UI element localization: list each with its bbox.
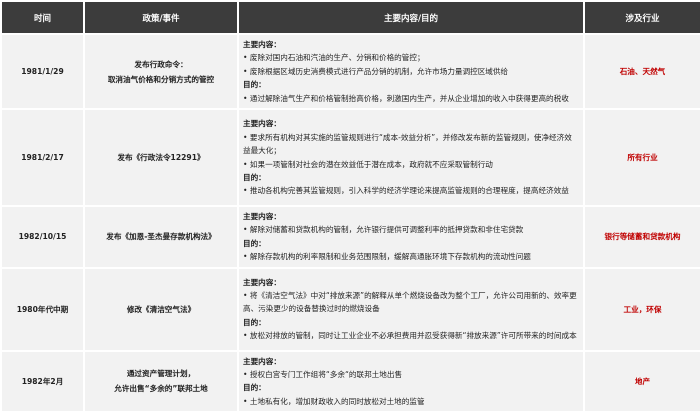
time-text: 1981/1/29 xyxy=(21,67,64,77)
content-label: 主要内容： xyxy=(243,40,281,49)
purpose-label: 目的： xyxy=(243,80,266,90)
content-item: • 将《清洁空气法》中对“排放来源”的解释从单个燃烧设备改为整个工厂，允许公司用… xyxy=(243,291,577,314)
industry-text: 石油、天然气 xyxy=(619,67,666,77)
industry-cell: 地产 xyxy=(583,349,700,413)
content-cell: 主要内容： • 将《清洁空气法》中对“排放来源”的解释从单个燃烧设备改为整个工厂，… xyxy=(237,266,585,352)
industry-text: 工业，环保 xyxy=(623,304,662,314)
industry-text: 所有行业 xyxy=(627,153,658,163)
policy-text: 修改《清洁空气法》 xyxy=(126,304,196,314)
purpose-item: • 推动各机构完善其监管规则，引入科学的经济学理论来提高监管规则的合理程度，提高… xyxy=(243,186,569,196)
content-label: 主要内容： xyxy=(243,356,281,366)
header-time: 时间 xyxy=(0,0,85,35)
policy-cell: 发布《加恩-圣杰曼存款机构法》 xyxy=(83,205,239,269)
industry-text: 银行等储蓄和贷款机构 xyxy=(604,232,681,242)
time-cell: 1982年2月 xyxy=(0,349,85,413)
content-label: 主要内容： xyxy=(243,212,281,222)
table-row: 1982/10/15 发布《加恩-圣杰曼存款机构法》 主要内容： • 解除对储蓄和贷款… xyxy=(0,205,700,269)
industry-text: 地产 xyxy=(634,376,651,386)
policy-cell: 发布行政命令： 取消油气价格和分销方式的管控 xyxy=(83,32,239,111)
industry-cell: 石油、天然气 xyxy=(583,32,700,111)
policy-cell: 发布《行政法令12291》 xyxy=(83,108,239,208)
content-item: • 如果一项管制对社会的潜在效益低于潜在成本，政府就不应采取管制行动 xyxy=(243,159,493,169)
time-cell: 1980年代中期 xyxy=(0,266,85,352)
time-cell: 1982/10/15 xyxy=(0,205,85,269)
policy-text: 发布行政命令： xyxy=(134,59,188,69)
header-row: 时间 政策/事件 主要内容/目的 涉及行业 xyxy=(0,0,700,35)
content-item: • 授权白宫专门工作组将“多余“的联邦土地出售 xyxy=(243,370,403,380)
content-item: • 废除对国内石油和汽油的生产、分销和价格的管控； xyxy=(243,53,425,63)
content-cell: 主要内容： • 授权白宫专门工作组将“多余“的联邦土地出售 目的： • 土地私有化，增… xyxy=(237,349,585,413)
purpose-item: • 土地私有化，增加财政收入的同时放松对土地的监管 xyxy=(243,396,425,406)
purpose-item: • 解除存款机构的利率限制和业务范围限制，缓解高通胀环境下存款机构的流动性问题 xyxy=(243,252,531,262)
purpose-label: 目的： xyxy=(243,172,266,182)
content-item: • 解除对储蓄和贷款机构的管制，允许银行提供可调整利率的抵押贷款和非住宅贷款 xyxy=(243,225,524,235)
policy-text: 发布《加恩-圣杰曼存款机构法》 xyxy=(106,232,216,242)
policy-text: 取消油气价格和分销方式的管控 xyxy=(107,74,215,84)
policy-text: 发布《行政法令12291》 xyxy=(117,153,205,163)
purpose-label: 目的： xyxy=(243,317,266,327)
content-cell: 主要内容： • 废除对国内石油和汽油的生产、分销和价格的管控； • 废除根据区域历史… xyxy=(237,32,585,111)
policy-cell: 通过资产管理计划， 允许出售“多余的”联邦土地 xyxy=(83,349,239,413)
content-label: 主要内容： xyxy=(243,277,281,287)
content-label: 主要内容： xyxy=(243,119,281,129)
table-row: 1982年2月 通过资产管理计划， 允许出售“多余的”联邦土地 主要内容： • 授权白宫… xyxy=(0,349,700,413)
time-cell: 1981/2/17 xyxy=(0,108,85,208)
content-item: • 废除根据区域历史消费模式进行产品分销的机制，允许市场力量调控区域供给 xyxy=(243,66,509,76)
header-policy: 政策/事件 xyxy=(83,0,239,35)
policy-table: 时间 政策/事件 主要内容/目的 涉及行业 1981/1/29 发布行政命令： 取消… xyxy=(0,0,700,413)
industry-cell: 所有行业 xyxy=(583,108,700,208)
purpose-label: 目的： xyxy=(243,383,266,393)
industry-cell: 工业，环保 xyxy=(583,266,700,352)
industry-cell: 银行等储蓄和贷款机构 xyxy=(583,205,700,269)
time-text: 1981/2/17 xyxy=(21,153,64,163)
purpose-item: • 放松对排放的管制，同时让工业企业不必承担费用并忍受获得新“排放来源”许可所带… xyxy=(243,331,577,341)
header-content: 主要内容/目的 xyxy=(237,0,585,35)
table-row: 1981/2/17 发布《行政法令12291》 主要内容： • 要求所有机构对其实施的… xyxy=(0,108,700,208)
time-text: 1982/10/15 xyxy=(18,232,67,242)
table-row: 1981/1/29 发布行政命令： 取消油气价格和分销方式的管控 主要内容： • 废除对… xyxy=(0,32,700,111)
content-cell: 主要内容： • 解除对储蓄和贷款机构的管制，允许银行提供可调整利率的抵押贷款和非住… xyxy=(237,205,585,269)
policy-text: 允许出售“多余的”联邦土地 xyxy=(114,384,208,394)
time-cell: 1981/1/29 xyxy=(0,32,85,111)
policy-text: 通过资产管理计划， xyxy=(126,369,196,379)
table-row: 1980年代中期 修改《清洁空气法》 主要内容： • 将《清洁空气法》中对“排放来源”… xyxy=(0,266,700,352)
content-item: • 要求所有机构对其实施的监管规则进行“成本-效益分析”，并修改发布新的监管规则… xyxy=(243,132,572,156)
content-cell: 主要内容： • 要求所有机构对其实施的监管规则进行“成本-效益分析”，并修改发布新… xyxy=(237,108,585,208)
time-text: 1982年2月 xyxy=(21,376,64,386)
header-industry: 涉及行业 xyxy=(583,0,700,35)
purpose-item: • 通过解除油气生产和价格管制抬高价格，刺激国内生产，并从企业增加的收入中获得更… xyxy=(243,93,569,103)
policy-cell: 修改《清洁空气法》 xyxy=(83,266,239,352)
time-text: 1980年代中期 xyxy=(16,304,69,314)
purpose-label: 目的： xyxy=(243,238,266,248)
